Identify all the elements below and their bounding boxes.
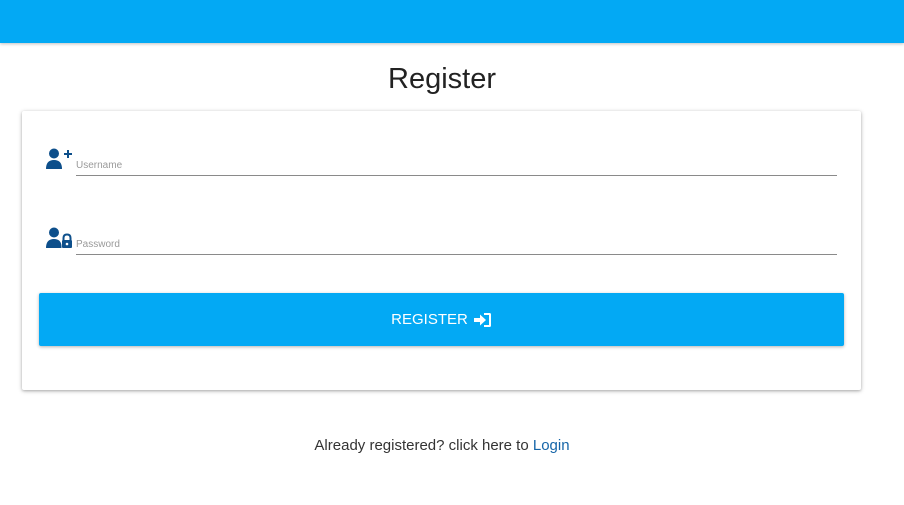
login-prompt-text: Already registered? click here to [314,437,529,454]
password-input[interactable] [76,235,837,254]
register-card: REGISTER [22,111,861,390]
register-button-label: REGISTER [391,311,468,328]
page-title: Register [388,63,496,95]
user-lock-icon [46,226,74,250]
top-app-bar [0,0,904,43]
register-button[interactable]: REGISTER [39,293,844,346]
password-field-group [46,226,837,266]
username-input-wrapper [76,155,837,176]
username-input[interactable] [76,156,837,175]
login-link[interactable]: Login [533,437,570,454]
user-plus-icon [46,147,74,171]
sign-in-icon [473,312,492,328]
username-field-group [46,147,837,187]
password-input-wrapper [76,234,837,255]
login-prompt: Already registered? click here to Login [0,437,884,454]
